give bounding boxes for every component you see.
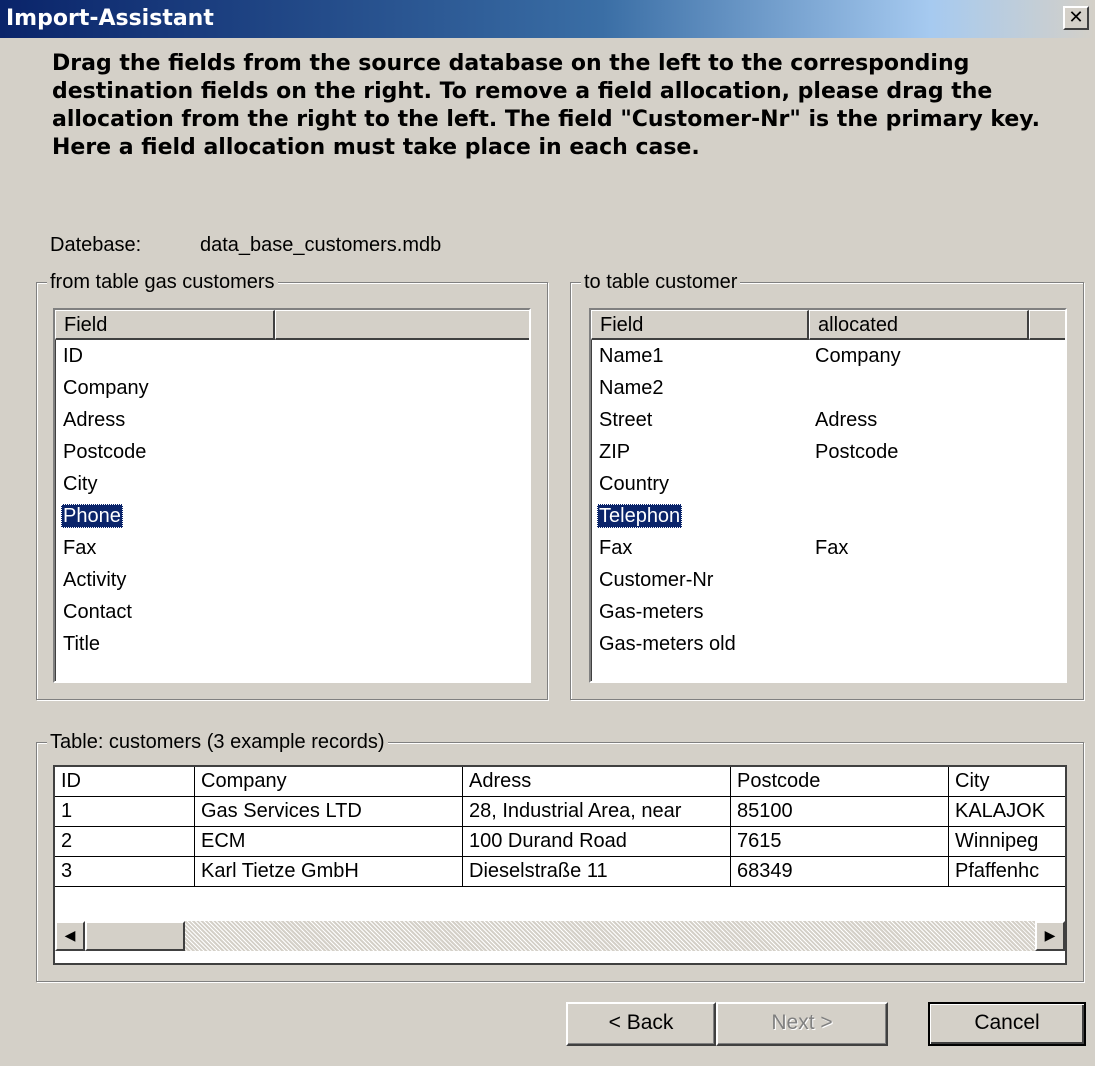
- destination-field-item[interactable]: Fax: [597, 536, 634, 560]
- preview-cell[interactable]: 85100: [731, 797, 949, 827]
- database-label: Datebase:: [50, 234, 142, 256]
- preview-cell[interactable]: 3: [55, 857, 195, 887]
- preview-cell[interactable]: 1: [55, 797, 195, 827]
- source-fields-group: from table gas customers Field ID Company…: [36, 270, 548, 700]
- scroll-left-button[interactable]: ◀: [55, 921, 85, 951]
- destination-field-item[interactable]: Gas-meters: [597, 600, 705, 624]
- instructions-text: Drag the fields from the source database…: [52, 51, 1040, 160]
- source-field-item[interactable]: Company: [61, 376, 151, 400]
- source-field-item[interactable]: ID: [61, 344, 85, 368]
- source-field-item[interactable]: Adress: [61, 408, 127, 432]
- destination-field-item[interactable]: Name2: [597, 376, 665, 400]
- source-field-item[interactable]: Fax: [61, 536, 98, 560]
- preview-cell[interactable]: Winnipeg: [949, 827, 1065, 857]
- source-field-item[interactable]: Postcode: [61, 440, 148, 464]
- preview-column-header[interactable]: Postcode: [731, 767, 949, 797]
- preview-group: Table: customers (3 example records) ID C…: [36, 730, 1084, 982]
- destination-allocated-item[interactable]: Adress: [813, 408, 879, 432]
- destination-column-header-field[interactable]: Field: [591, 310, 809, 340]
- preview-cell[interactable]: Karl Tietze GmbH: [195, 857, 463, 887]
- window-title: Import-Assistant: [6, 6, 214, 31]
- source-column-header-field[interactable]: Field: [55, 310, 275, 340]
- preview-cell[interactable]: 68349: [731, 857, 949, 887]
- destination-field-item[interactable]: Customer-Nr: [597, 568, 715, 592]
- destination-allocated-item[interactable]: Company: [813, 344, 903, 368]
- destination-column-header-extra[interactable]: [1029, 310, 1065, 340]
- destination-field-item[interactable]: Street: [597, 408, 654, 432]
- title-bar: Import-Assistant ✕: [0, 0, 1095, 38]
- source-group-legend: from table gas customers: [47, 270, 278, 294]
- destination-fields-group: to table customer Field allocated Name1 C…: [570, 270, 1084, 700]
- arrow-left-icon: ◀: [64, 928, 76, 944]
- preview-cell[interactable]: 28, Industrial Area, near: [463, 797, 731, 827]
- destination-group-legend: to table customer: [581, 270, 741, 294]
- preview-column-header[interactable]: City: [949, 767, 1065, 797]
- source-field-item[interactable]: City: [61, 472, 99, 496]
- source-field-item[interactable]: Activity: [61, 568, 128, 592]
- preview-column-header[interactable]: ID: [55, 767, 195, 797]
- source-field-item[interactable]: Contact: [61, 600, 134, 624]
- preview-cell[interactable]: Pfaffenhc: [949, 857, 1065, 887]
- preview-column-header[interactable]: Company: [195, 767, 463, 797]
- preview-cell[interactable]: Gas Services LTD: [195, 797, 463, 827]
- source-field-item[interactable]: Phone: [61, 504, 123, 528]
- preview-cell[interactable]: 100 Durand Road: [463, 827, 731, 857]
- close-button[interactable]: ✕: [1063, 6, 1089, 30]
- next-button[interactable]: Next >: [716, 1002, 888, 1046]
- destination-field-item[interactable]: Gas-meters old: [597, 632, 738, 656]
- source-column-header-extra[interactable]: [275, 310, 529, 340]
- source-field-item[interactable]: Title: [61, 632, 102, 656]
- scroll-right-button[interactable]: ▶: [1035, 921, 1065, 951]
- destination-field-item[interactable]: Country: [597, 472, 671, 496]
- cancel-button[interactable]: Cancel: [928, 1002, 1086, 1046]
- preview-cell[interactable]: 2: [55, 827, 195, 857]
- close-icon: ✕: [1068, 7, 1084, 28]
- destination-fields-list[interactable]: Field allocated Name1 Company Name2 Street A…: [589, 308, 1067, 683]
- preview-column-header[interactable]: Adress: [463, 767, 731, 797]
- source-fields-list[interactable]: Field ID Company Adress Postcode City Phone Fa…: [53, 308, 531, 683]
- destination-field-item[interactable]: Telephon: [597, 504, 683, 528]
- preview-cell[interactable]: KALAJOK: [949, 797, 1065, 827]
- destination-allocated-item[interactable]: Fax: [813, 536, 850, 560]
- horizontal-scrollbar[interactable]: ◀ ▶: [55, 921, 1065, 951]
- destination-field-item[interactable]: Name1: [597, 344, 665, 368]
- preview-group-legend: Table: customers (3 example records): [47, 730, 388, 754]
- destination-field-item[interactable]: ZIP: [597, 440, 632, 464]
- scrollbar-thumb[interactable]: [85, 921, 185, 951]
- back-button[interactable]: < Back: [566, 1002, 716, 1046]
- preview-cell[interactable]: 7615: [731, 827, 949, 857]
- database-name: data_base_customers.mdb: [200, 234, 442, 256]
- destination-column-header-allocated[interactable]: allocated: [809, 310, 1029, 340]
- preview-cell[interactable]: ECM: [195, 827, 463, 857]
- arrow-right-icon: ▶: [1044, 928, 1056, 944]
- preview-cell[interactable]: Dieselstraße 11: [463, 857, 731, 887]
- destination-allocated-item[interactable]: Postcode: [813, 440, 900, 464]
- preview-grid[interactable]: ID Company Adress Postcode City 1 Gas Services…: [53, 765, 1067, 965]
